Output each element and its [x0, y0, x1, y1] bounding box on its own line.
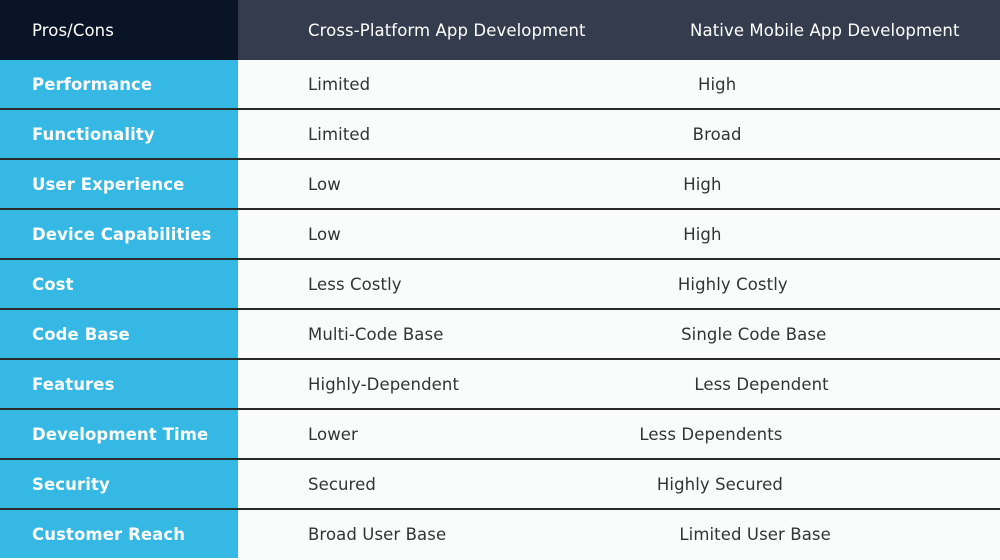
cell-native: Less Dependents — [575, 410, 1000, 458]
row-label: Development Time — [0, 410, 238, 458]
column-header-cross-platform: Cross-Platform App Development — [238, 0, 627, 60]
cell-native: High — [619, 160, 1000, 208]
table-row: Performance Limited High — [0, 60, 1000, 110]
row-label: Functionality — [0, 110, 238, 158]
cell-native: High — [619, 210, 1000, 258]
row-label: Performance — [0, 60, 238, 108]
comparison-table: Pros/Cons Cross-Platform App Development… — [0, 0, 1000, 560]
row-label: Code Base — [0, 310, 238, 358]
row-label: Cost — [0, 260, 238, 308]
table-row: Functionality Limited Broad — [0, 110, 1000, 160]
cell-cross-platform: Low — [238, 210, 620, 258]
cell-native: High — [633, 60, 1000, 108]
row-label: Security — [0, 460, 238, 508]
column-header-criterion: Pros/Cons — [0, 0, 238, 60]
cell-cross-platform: Low — [238, 160, 620, 208]
cell-cross-platform: Broad User Base — [238, 510, 616, 558]
table-row: Device Capabilities Low High — [0, 210, 1000, 260]
table-row: Code Base Multi-Code Base Single Code Ba… — [0, 310, 1000, 360]
cell-native: Less Dependent — [630, 360, 1000, 408]
cell-native: Single Code Base — [617, 310, 1000, 358]
row-label: Customer Reach — [0, 510, 238, 558]
table-body: Performance Limited High Functionality L… — [0, 60, 1000, 560]
table-row: Customer Reach Broad User Base Limited U… — [0, 510, 1000, 560]
table-row: Development Time Lower Less Dependents — [0, 410, 1000, 460]
cell-cross-platform: Secured — [238, 460, 593, 508]
table-row: Features Highly-Dependent Less Dependent — [0, 360, 1000, 410]
row-label: User Experience — [0, 160, 238, 208]
cell-native: Limited User Base — [615, 510, 1000, 558]
table-row: User Experience Low High — [0, 160, 1000, 210]
cell-cross-platform: Limited — [238, 60, 634, 108]
cell-native: Broad — [628, 110, 1000, 158]
cell-native: Highly Secured — [592, 460, 1000, 508]
row-label: Features — [0, 360, 238, 408]
column-header-native: Native Mobile App Development — [626, 0, 1000, 60]
cell-cross-platform: Limited — [238, 110, 629, 158]
row-label: Device Capabilities — [0, 210, 238, 258]
cell-cross-platform: Less Costly — [238, 260, 614, 308]
cell-cross-platform: Lower — [238, 410, 576, 458]
cell-cross-platform: Highly-Dependent — [238, 360, 631, 408]
table-row: Cost Less Costly Highly Costly — [0, 260, 1000, 310]
cell-native: Highly Costly — [613, 260, 1000, 308]
table-row: Security Secured Highly Secured — [0, 460, 1000, 510]
table-header-row: Pros/Cons Cross-Platform App Development… — [0, 0, 1000, 60]
cell-cross-platform: Multi-Code Base — [238, 310, 618, 358]
